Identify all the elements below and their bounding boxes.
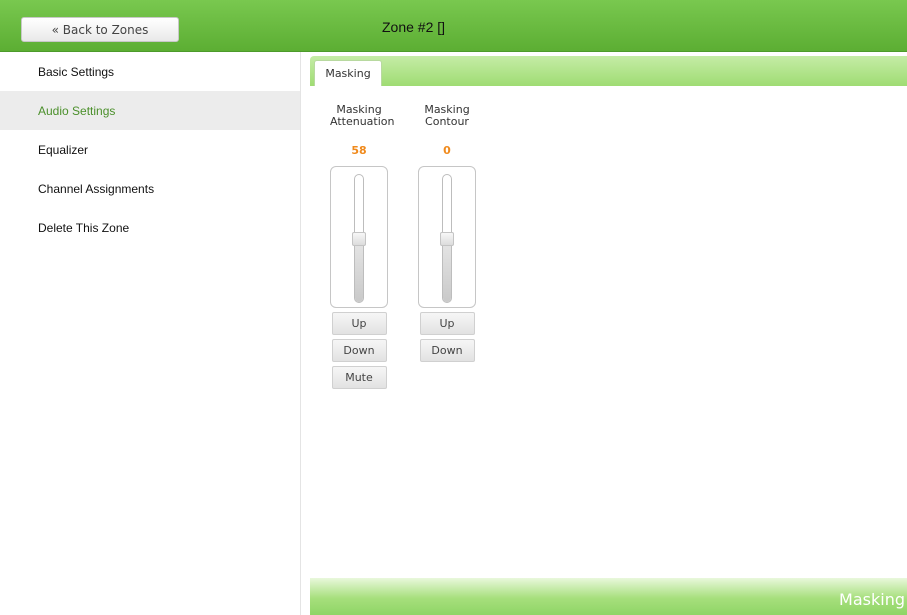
masking-attenuation-control: Masking Attenuation 58 Up Down Mute	[330, 104, 395, 389]
slider-thumb[interactable]	[440, 231, 454, 246]
attenuation-up-button[interactable]: Up	[331, 312, 387, 335]
sidebar-item-delete-zone[interactable]: Delete This Zone	[0, 208, 300, 247]
slider-fill	[443, 238, 451, 302]
masking-contour-label: Masking Contour	[418, 104, 476, 130]
top-bar: « Back to Zones Zone #2 []	[0, 0, 907, 52]
sidebar: Basic Settings Audio Settings Equalizer …	[0, 52, 301, 615]
masking-contour-value: 0	[443, 144, 451, 157]
attenuation-down-button[interactable]: Down	[331, 339, 387, 362]
masking-attenuation-slider[interactable]	[330, 166, 388, 308]
bottom-bar-label: Masking	[839, 590, 905, 609]
masking-attenuation-label: Masking Attenuation	[330, 104, 395, 130]
slider-thumb[interactable]	[352, 231, 366, 246]
back-to-zones-button[interactable]: « Back to Zones	[21, 17, 179, 42]
sidebar-item-audio-settings[interactable]: Audio Settings	[0, 91, 300, 130]
bottom-bar: Masking	[310, 578, 907, 615]
masking-contour-slider[interactable]	[418, 166, 476, 308]
masking-contour-control: Masking Contour 0 Up Down	[418, 104, 476, 362]
zone-title: Zone #2 []	[382, 19, 446, 35]
masking-attenuation-value: 58	[351, 144, 367, 157]
tab-masking[interactable]: Masking	[314, 60, 382, 86]
label-line-2: Attenuation	[330, 115, 395, 128]
tab-strip: Masking	[310, 56, 907, 86]
label-line-2: Contour	[425, 115, 469, 128]
attenuation-mute-button[interactable]: Mute	[331, 366, 387, 389]
sidebar-item-channel-assignments[interactable]: Channel Assignments	[0, 169, 300, 208]
sidebar-item-basic-settings[interactable]: Basic Settings	[0, 52, 300, 91]
contour-down-button[interactable]: Down	[419, 339, 475, 362]
slider-fill	[355, 238, 363, 302]
main-content: Masking Masking Attenuation 58 Up Down M…	[310, 52, 907, 615]
sidebar-item-equalizer[interactable]: Equalizer	[0, 130, 300, 169]
contour-up-button[interactable]: Up	[419, 312, 475, 335]
